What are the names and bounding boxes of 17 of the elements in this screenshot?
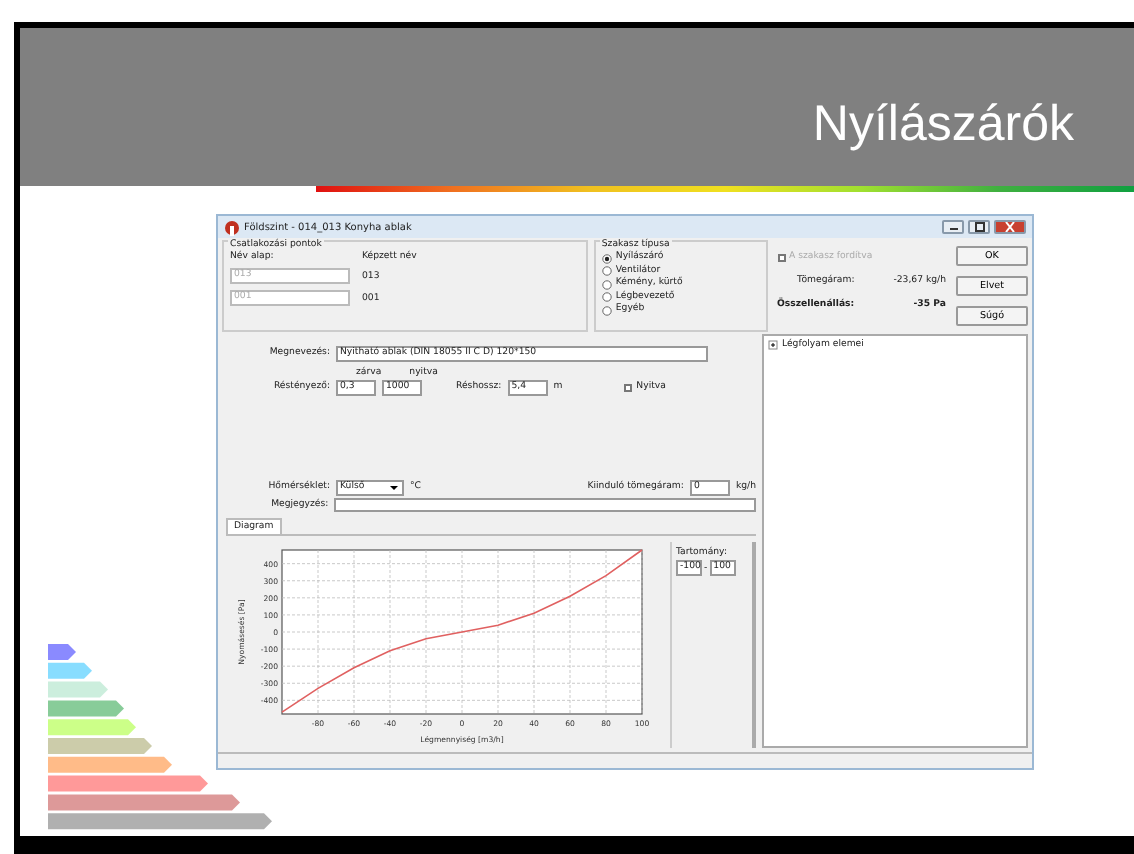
radio-icon[interactable] [601, 253, 612, 263]
radio-icon[interactable] [601, 292, 612, 302]
close-icon [1004, 222, 1016, 232]
note-field[interactable] [334, 498, 756, 512]
radio-icon[interactable] [601, 279, 612, 289]
radio-icon[interactable] [601, 305, 612, 315]
expand-icon[interactable] [768, 340, 778, 350]
close-button[interactable] [994, 220, 1026, 234]
line-series [281, 549, 643, 713]
radio-icon[interactable] [601, 266, 612, 276]
dropdown-arrow-icon [388, 483, 400, 491]
maximize-icon [973, 222, 985, 232]
minimize-icon [947, 223, 959, 231]
app-icon [224, 219, 240, 235]
maximize-button[interactable] [968, 220, 990, 234]
minimize-button[interactable] [942, 220, 964, 234]
slide-title: Nyílászárók [812, 96, 1074, 154]
